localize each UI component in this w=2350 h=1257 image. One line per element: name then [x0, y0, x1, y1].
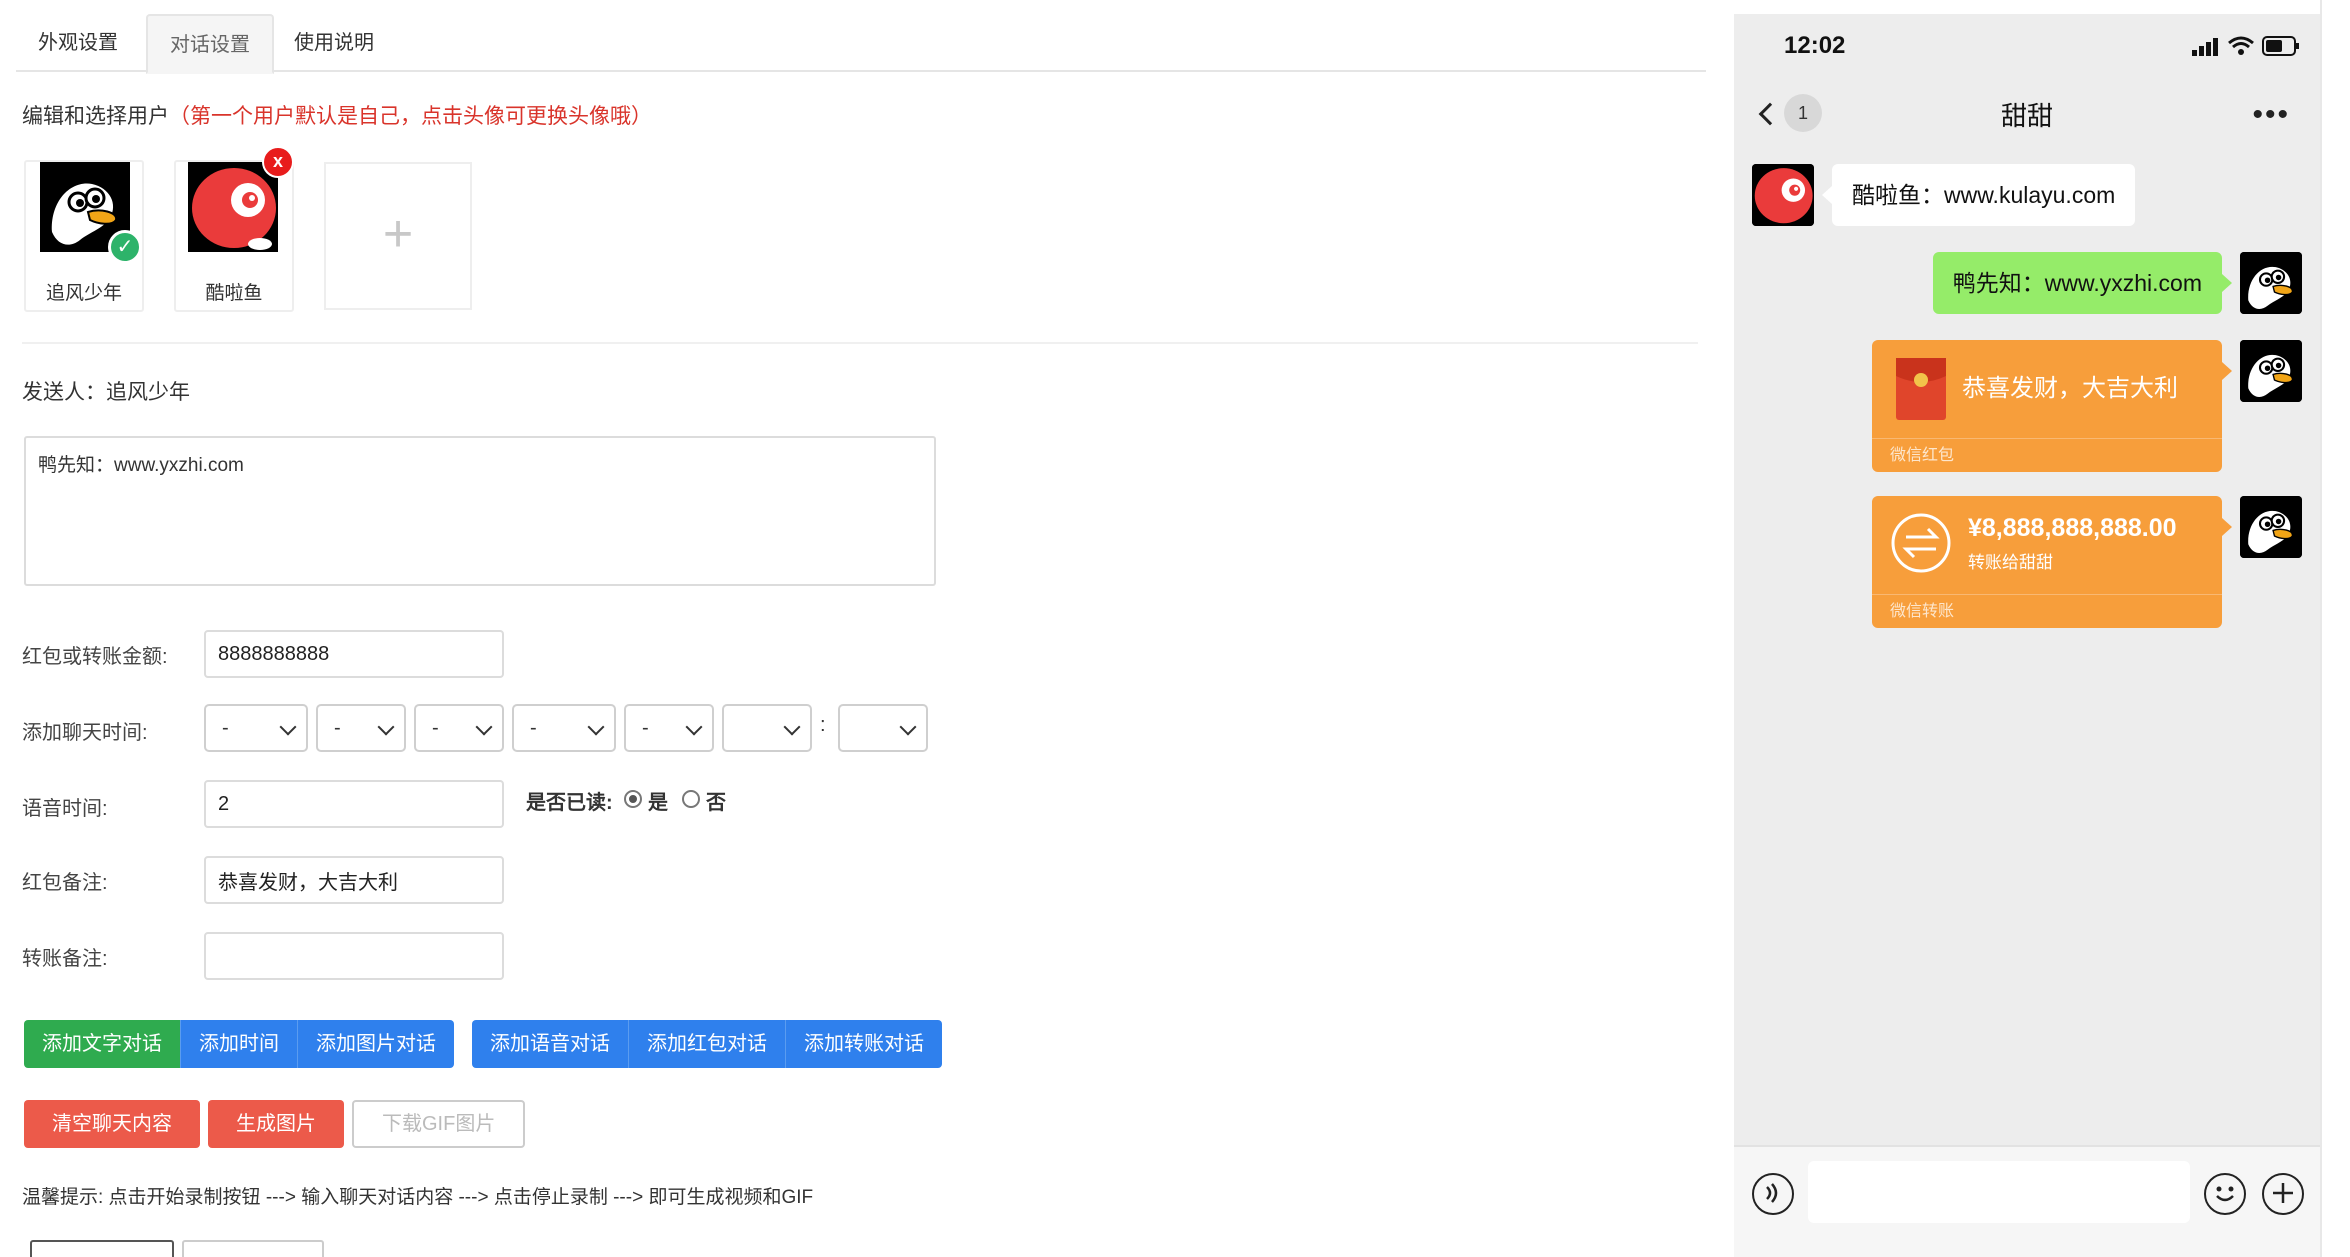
add-redpacket-dialog-button[interactable]: 添加红包对话: [628, 1020, 785, 1068]
status-time: 12:02: [1784, 32, 1846, 59]
users-title-text: 编辑和选择用户: [22, 105, 169, 128]
generate-image-button[interactable]: 生成图片: [208, 1100, 344, 1148]
redpacket-text: 恭喜发财，大吉大利: [1962, 375, 2178, 402]
start-record-button[interactable]: [30, 1240, 174, 1257]
duck-avatar[interactable]: [2240, 496, 2302, 558]
wifi-icon: [2228, 36, 2254, 55]
user-name: 酷啦鱼: [205, 283, 263, 304]
status-icons: [2192, 36, 2300, 56]
time-select-minute[interactable]: [838, 704, 928, 752]
redpacket-note-label: 红包备注:: [22, 872, 108, 894]
read-yes-label: 是: [648, 792, 668, 814]
select-value: -: [432, 717, 439, 739]
transfer-card[interactable]: ¥8,888,888,888.00 转账给甜甜 微信转账: [1872, 496, 2232, 628]
tab-instructions[interactable]: 使用说明: [272, 14, 396, 72]
scrollbar[interactable]: [2320, 0, 2350, 1257]
add-dialog-group-b: 添加语音对话 添加红包对话 添加转账对话: [472, 1020, 942, 1068]
selected-check-icon: ✓: [108, 230, 142, 264]
tab-appearance[interactable]: 外观设置: [16, 14, 140, 72]
redpacket-icon: [1896, 358, 1946, 420]
sender-name: 追风少年: [106, 381, 190, 404]
select-value: -: [530, 717, 537, 739]
signal-icon: [2192, 38, 2218, 56]
message-bubble-right: 鸭先知：www.yxzhi.com: [1932, 252, 2233, 314]
editor-panel: 外观设置 对话设置 使用说明 编辑和选择用户（第一个用户默认是自己，点击头像可更…: [0, 0, 1720, 1257]
time-select-hour[interactable]: [722, 704, 812, 752]
tip-text: 温馨提示: 点击开始录制按钮 ---> 输入聊天对话内容 ---> 点击停止录制…: [22, 1187, 814, 1208]
chevron-down-icon: [783, 718, 801, 736]
redpacket-note-input[interactable]: [204, 856, 504, 904]
read-yes-radio[interactable]: [624, 790, 642, 808]
duck-avatar[interactable]: [2240, 252, 2302, 314]
redpacket-card[interactable]: 恭喜发财，大吉大利 微信红包: [1872, 340, 2232, 472]
transfer-icon: [1891, 513, 1951, 573]
user-card-1[interactable]: ✓ 追风少年: [24, 160, 144, 312]
chevron-down-icon: [475, 718, 493, 736]
emoji-icon[interactable]: [2204, 1173, 2246, 1215]
add-voice-dialog-button[interactable]: 添加语音对话: [472, 1020, 628, 1068]
add-image-dialog-button[interactable]: 添加图片对话: [297, 1020, 454, 1068]
tab-bar: 外观设置 对话设置 使用说明: [16, 14, 1706, 74]
chat-title: 甜甜: [2000, 101, 2053, 131]
voice-icon[interactable]: [1752, 1173, 1794, 1215]
users-section-title: 编辑和选择用户（第一个用户默认是自己，点击头像可更换头像哦）: [22, 100, 652, 130]
phone-preview: 12:02 1 甜甜 ••• 酷啦鱼：www.kulayu.com 鸭先知：ww…: [1734, 14, 2320, 1257]
chevron-down-icon: [587, 718, 605, 736]
transfer-note-label: 转账备注:: [22, 948, 108, 970]
section-divider: [22, 342, 1698, 344]
time-select-period[interactable]: -: [624, 704, 714, 752]
read-status-label: 是否已读:: [526, 792, 613, 814]
voice-duration-label: 语音时间:: [22, 798, 108, 820]
add-transfer-dialog-button[interactable]: 添加转账对话: [785, 1020, 942, 1068]
battery-icon: [2262, 36, 2299, 56]
chat-input-bar: [1734, 1145, 2320, 1257]
stop-record-button[interactable]: [182, 1240, 324, 1257]
time-select-day[interactable]: -: [414, 704, 504, 752]
add-user-button[interactable]: +: [324, 162, 472, 310]
clear-chat-button[interactable]: 清空聊天内容: [24, 1100, 200, 1148]
chevron-down-icon: [899, 718, 917, 736]
chat-time-label: 添加聊天时间:: [22, 722, 148, 744]
tab-dialogue[interactable]: 对话设置: [146, 14, 274, 74]
chevron-down-icon: [279, 718, 297, 736]
add-dialog-group-a: 添加文字对话 添加时间 添加图片对话: [24, 1020, 454, 1068]
plus-icon[interactable]: [2262, 1173, 2304, 1215]
message-textarea[interactable]: 鸭先知：www.yxzhi.com: [24, 436, 936, 586]
redpacket-footer: 微信红包: [1872, 438, 2222, 472]
transfer-amount: ¥8,888,888,888.00: [1968, 514, 2177, 542]
read-no-radio[interactable]: [682, 790, 700, 808]
user-card-2[interactable]: 酷啦鱼: [174, 160, 294, 312]
fish-avatar[interactable]: [1752, 164, 1814, 226]
select-value: -: [642, 717, 649, 739]
amount-label: 红包或转账金额:: [22, 646, 168, 668]
add-text-dialog-button[interactable]: 添加文字对话: [24, 1020, 180, 1068]
time-select-year[interactable]: -: [204, 704, 308, 752]
transfer-footer: 微信转账: [1872, 594, 2222, 628]
read-no-label: 否: [706, 792, 726, 814]
users-hint: （第一个用户默认是自己，点击头像可更换头像哦）: [169, 105, 652, 128]
delete-user-icon[interactable]: x: [262, 146, 294, 178]
add-time-button[interactable]: 添加时间: [180, 1020, 297, 1068]
select-value: -: [334, 717, 341, 739]
download-gif-button[interactable]: 下载GIF图片: [352, 1100, 526, 1148]
voice-duration-input[interactable]: [204, 780, 504, 828]
time-select-month[interactable]: -: [316, 704, 406, 752]
message-bubble-left: 酷啦鱼：www.kulayu.com: [1821, 164, 2136, 226]
select-value: -: [222, 717, 229, 739]
user-name: 追风少年: [45, 283, 122, 304]
amount-input[interactable]: [204, 630, 504, 678]
fish-avatar[interactable]: [188, 162, 278, 252]
chevron-down-icon: [685, 718, 703, 736]
time-colon: :: [820, 714, 826, 736]
duck-avatar[interactable]: [2240, 340, 2302, 402]
chat-input[interactable]: [1808, 1161, 2190, 1223]
sender-label: 发送人：: [22, 381, 106, 404]
time-select-weekday[interactable]: -: [512, 704, 616, 752]
chevron-down-icon: [377, 718, 395, 736]
sender-line: 发送人：追风少年: [22, 376, 190, 406]
transfer-recipient: 转账给甜甜: [1968, 553, 2053, 572]
transfer-note-input[interactable]: [204, 932, 504, 980]
more-icon[interactable]: •••: [2252, 100, 2290, 130]
